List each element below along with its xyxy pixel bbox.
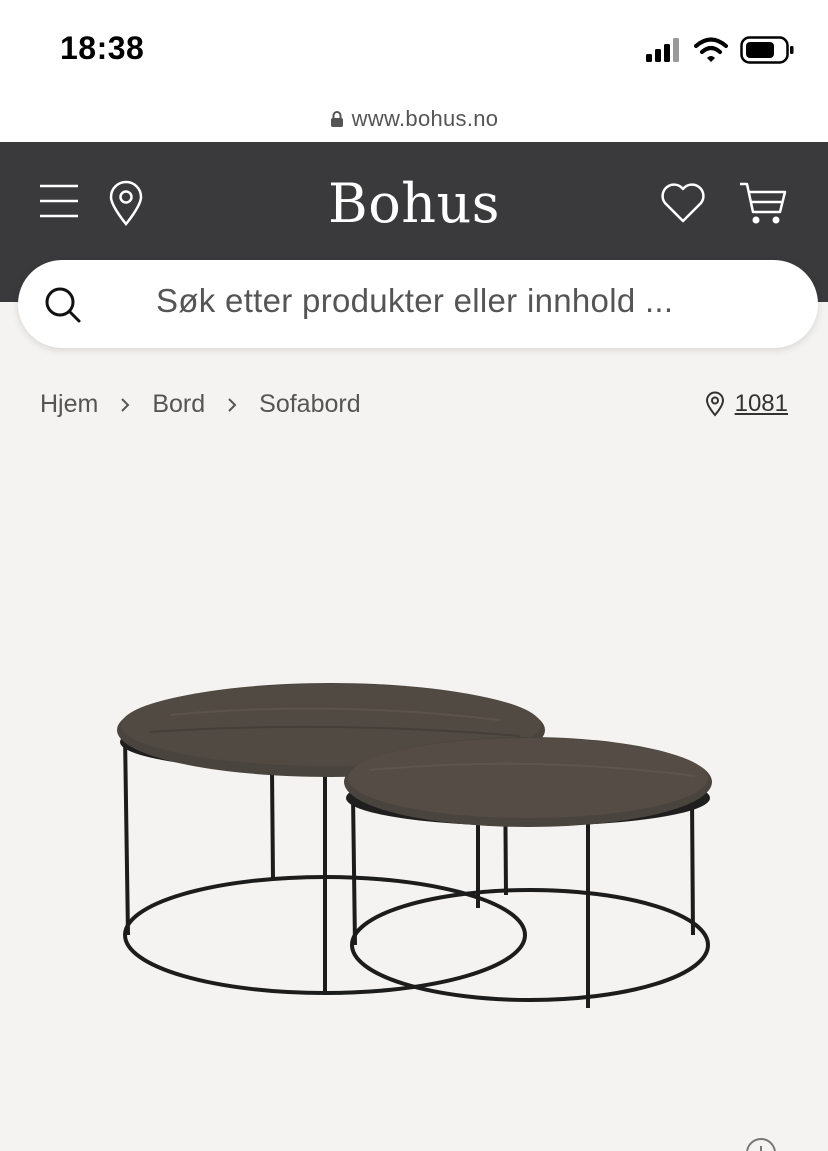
status-bar: 18:38 — [0, 0, 828, 96]
cart-icon — [740, 182, 787, 224]
url-text: www.bohus.no — [351, 106, 499, 131]
breadcrumb: Hjem Bord Sofabord — [40, 390, 361, 419]
heart-icon — [661, 183, 705, 223]
status-time: 18:38 — [60, 30, 145, 66]
location-pin-icon — [705, 391, 724, 417]
search-bar[interactable]: Søk etter produkter eller innhold ... — [18, 260, 818, 348]
selected-store[interactable]: 1081 — [705, 390, 788, 418]
status-icons — [646, 36, 794, 64]
search-input-placeholder: Søk etter produkter eller innhold ... — [156, 282, 674, 319]
signal-icon — [646, 38, 679, 62]
search-icon — [45, 287, 81, 323]
chevron-right-icon — [120, 397, 130, 413]
cart-button[interactable] — [738, 180, 788, 226]
breadcrumb-item-bord[interactable]: Bord — [152, 390, 205, 419]
browser-url-bar[interactable]: www.bohus.no — [0, 96, 828, 142]
chevron-right-icon — [227, 397, 237, 413]
wishlist-button[interactable] — [660, 182, 706, 224]
breadcrumb-item-hjem[interactable]: Hjem — [40, 390, 98, 419]
breadcrumb-item-sofabord[interactable]: Sofabord — [259, 390, 360, 419]
zoom-icon[interactable] — [744, 1136, 778, 1151]
lock-icon — [330, 111, 343, 127]
product-image[interactable] — [110, 670, 720, 1020]
battery-icon — [740, 36, 794, 64]
wifi-icon — [694, 37, 728, 62]
store-code-link[interactable]: 1081 — [735, 390, 788, 418]
